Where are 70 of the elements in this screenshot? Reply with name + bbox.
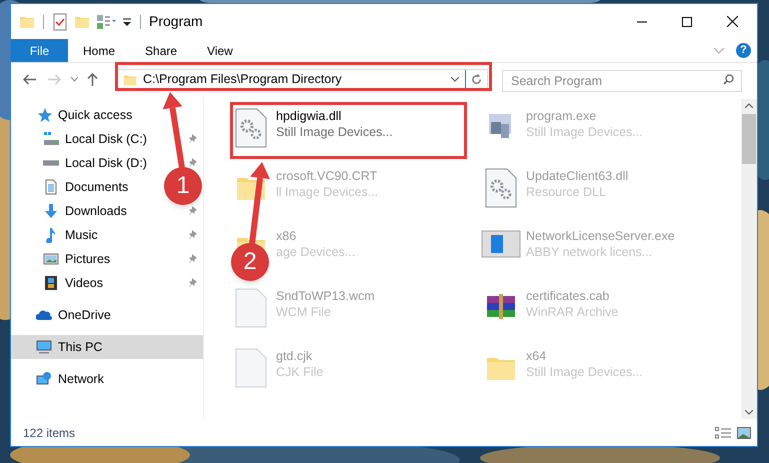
pin-icon[interactable] [188, 254, 197, 264]
up-icon[interactable] [87, 73, 98, 86]
file-type: Still Image Devices... [526, 124, 643, 140]
nav-item[interactable]: Pictures [11, 247, 114, 271]
file-type: Resource DLL [526, 184, 607, 200]
checklist-icon[interactable] [52, 12, 68, 30]
thumbnail-view-icon[interactable] [737, 426, 751, 438]
address-path: C:\Program Files\Program Directory [143, 71, 342, 88]
nav-item[interactable]: Local Disk (D:) [11, 151, 151, 175]
file-type: Still Image Devices... [276, 124, 393, 140]
ribbon-tab[interactable]: Home [68, 39, 130, 62]
file-icon [235, 348, 267, 388]
customize-icon[interactable] [122, 16, 132, 26]
folder-icon [123, 72, 137, 86]
pin-icon[interactable] [188, 158, 197, 168]
file-type: WinRAR Archive [526, 304, 618, 320]
pin-icon[interactable] [188, 134, 197, 144]
network-icon [36, 371, 52, 387]
gear-file-icon [485, 168, 517, 208]
nav-item[interactable]: Network [11, 367, 203, 391]
file-type: CJK File [276, 364, 324, 380]
monitor-icon [36, 339, 52, 355]
scroll-up-icon[interactable] [745, 103, 753, 108]
file-type: WCM File [276, 304, 332, 320]
refresh-icon[interactable] [471, 74, 482, 85]
nav-item[interactable]: Quick access [11, 103, 203, 127]
nav-item[interactable]: OneDrive [11, 303, 203, 327]
document-icon [43, 179, 59, 195]
item-count: 122 items [23, 424, 76, 442]
file-name[interactable]: hpdigwia.dll [276, 108, 393, 124]
drive-icon [43, 160, 59, 166]
nav-item[interactable]: Videos [11, 271, 107, 295]
star-icon [36, 107, 52, 123]
file-icon [235, 288, 267, 328]
maximize-icon[interactable] [682, 16, 692, 26]
nav-item[interactable]: Documents [11, 175, 132, 199]
download-icon [43, 203, 59, 219]
gear-file-icon [235, 108, 267, 148]
film-icon [43, 275, 59, 291]
file-type: Still Image Devices... [526, 364, 643, 380]
window-icon [481, 228, 521, 260]
ribbon-tab[interactable]: File [11, 39, 68, 62]
chevron-icon[interactable] [714, 48, 724, 54]
pin-icon[interactable] [188, 278, 197, 288]
file-type: age Devices... [276, 244, 356, 260]
scrollbar[interactable] [741, 99, 757, 419]
nav-item[interactable]: Downloads [11, 199, 131, 223]
ribbon-tab[interactable]: Share [130, 39, 192, 62]
details-view-icon[interactable] [715, 426, 731, 438]
properties-icon[interactable] [96, 14, 116, 30]
back-icon[interactable] [23, 74, 36, 85]
search-icon[interactable] [723, 74, 734, 84]
file-type: ll Image Devices... [276, 184, 378, 200]
drive-icon [43, 131, 59, 147]
nav-item[interactable]: Music [11, 223, 102, 247]
close-icon[interactable] [727, 16, 738, 27]
dropdown-icon[interactable] [71, 77, 78, 82]
scrollbar-thumb[interactable] [742, 114, 756, 164]
window-title: Program [149, 12, 203, 31]
picture-icon [43, 251, 59, 267]
dropdown-icon[interactable] [451, 77, 459, 82]
pin-icon[interactable] [188, 230, 197, 240]
nav-item[interactable]: This PC [11, 335, 203, 359]
help-button[interactable]: ? [736, 43, 751, 58]
search-field[interactable]: Search Program [502, 70, 742, 92]
ribbon-tab[interactable]: View [192, 39, 248, 62]
scroll-down-icon[interactable] [745, 410, 753, 415]
pin-icon[interactable] [188, 206, 197, 216]
file-type: ABBY network licens... [526, 244, 654, 260]
nav-item[interactable]: Local Disk (C:) [11, 127, 151, 151]
